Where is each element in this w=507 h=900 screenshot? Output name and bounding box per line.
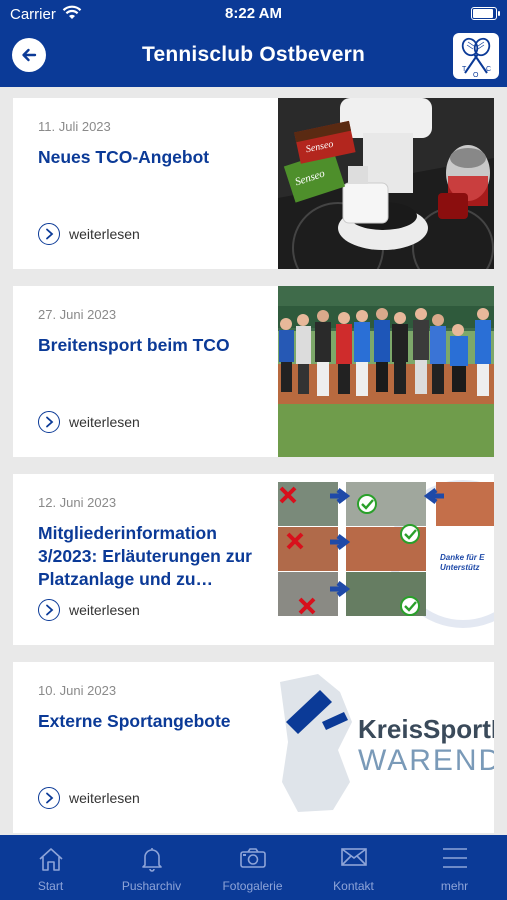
kreissportbund-text-1: KreisSportB bbox=[358, 714, 494, 744]
tab-start[interactable]: Start bbox=[0, 835, 101, 900]
news-date: 12. Juni 2023 bbox=[38, 495, 117, 510]
tennis-rackets-icon: T O C bbox=[461, 37, 491, 79]
news-card[interactable]: 11. Juli 2023 Neues TCO-Angebot weiterle… bbox=[13, 98, 494, 269]
kreissportbund-text-2: WARENDO bbox=[358, 744, 494, 777]
chevron-right-icon bbox=[38, 411, 60, 433]
chevron-right-icon bbox=[38, 223, 60, 245]
svg-text:Danke für E: Danke für E bbox=[440, 553, 485, 562]
bottom-tab-bar: Start Pusharchiv Fotogalerie Kontakt meh… bbox=[0, 835, 507, 900]
read-more-label: weiterlesen bbox=[69, 414, 140, 430]
news-image-court-collage[interactable]: Danke für E Unterstütz bbox=[278, 474, 494, 645]
clock: 8:22 AM bbox=[225, 5, 282, 22]
news-image-coffee-machine[interactable]: Senseo Senseo bbox=[278, 98, 494, 269]
news-list[interactable]: 11. Juli 2023 Neues TCO-Angebot weiterle… bbox=[0, 87, 507, 835]
read-more-label: weiterlesen bbox=[69, 602, 140, 618]
svg-text:C: C bbox=[486, 66, 491, 73]
news-title[interactable]: Mitgliederinformation 3/2023: Erläuterun… bbox=[38, 522, 263, 591]
app-header: Carrier 8:22 AM Tennisclub Ostbevern T O… bbox=[0, 0, 507, 87]
camera-icon bbox=[202, 846, 303, 872]
read-more-label: weiterlesen bbox=[69, 226, 140, 242]
tab-label: Fotogalerie bbox=[222, 879, 283, 893]
tab-mehr[interactable]: mehr bbox=[404, 835, 505, 900]
svg-text:Unterstütz: Unterstütz bbox=[440, 563, 480, 572]
tab-label: Kontakt bbox=[333, 879, 374, 893]
battery-icon bbox=[471, 7, 500, 20]
news-card[interactable]: 27. Juni 2023 Breitensport beim TCO weit… bbox=[13, 286, 494, 457]
bell-icon bbox=[101, 846, 202, 872]
svg-text:T: T bbox=[462, 66, 467, 73]
news-date: 11. Juli 2023 bbox=[38, 119, 111, 134]
svg-text:O: O bbox=[473, 72, 479, 79]
page-title: Tennisclub Ostbevern bbox=[142, 43, 365, 66]
news-image-group-photo[interactable] bbox=[278, 286, 494, 457]
tab-label: Start bbox=[37, 879, 64, 893]
tab-label: mehr bbox=[440, 879, 469, 893]
tab-label: Pusharchiv bbox=[121, 879, 182, 893]
chevron-right-icon bbox=[38, 787, 60, 809]
news-card[interactable]: 10. Juni 2023 Externe Sportangebote weit… bbox=[13, 662, 494, 833]
chevron-right-icon bbox=[38, 599, 60, 621]
news-title[interactable]: Breitensport beim TCO bbox=[38, 334, 263, 357]
envelope-icon bbox=[303, 846, 404, 872]
status-bar: Carrier 8:22 AM bbox=[0, 0, 507, 28]
news-title[interactable]: Neues TCO-Angebot bbox=[38, 146, 263, 169]
news-title[interactable]: Externe Sportangebote bbox=[38, 710, 263, 733]
tab-pusharchiv[interactable]: Pusharchiv bbox=[101, 835, 202, 900]
tab-kontakt[interactable]: Kontakt bbox=[303, 835, 404, 900]
menu-icon bbox=[404, 846, 505, 872]
news-date: 10. Juni 2023 bbox=[38, 683, 117, 698]
news-image-kreissportbund-logo[interactable]: KreisSportB WARENDO bbox=[278, 662, 494, 833]
club-logo[interactable]: T O C bbox=[453, 33, 499, 79]
read-more-label: weiterlesen bbox=[69, 790, 140, 806]
news-card[interactable]: 12. Juni 2023 Mitgliederinformation 3/20… bbox=[13, 474, 494, 645]
home-icon bbox=[0, 846, 101, 872]
tab-fotogalerie[interactable]: Fotogalerie bbox=[202, 835, 303, 900]
news-date: 27. Juni 2023 bbox=[38, 307, 117, 322]
